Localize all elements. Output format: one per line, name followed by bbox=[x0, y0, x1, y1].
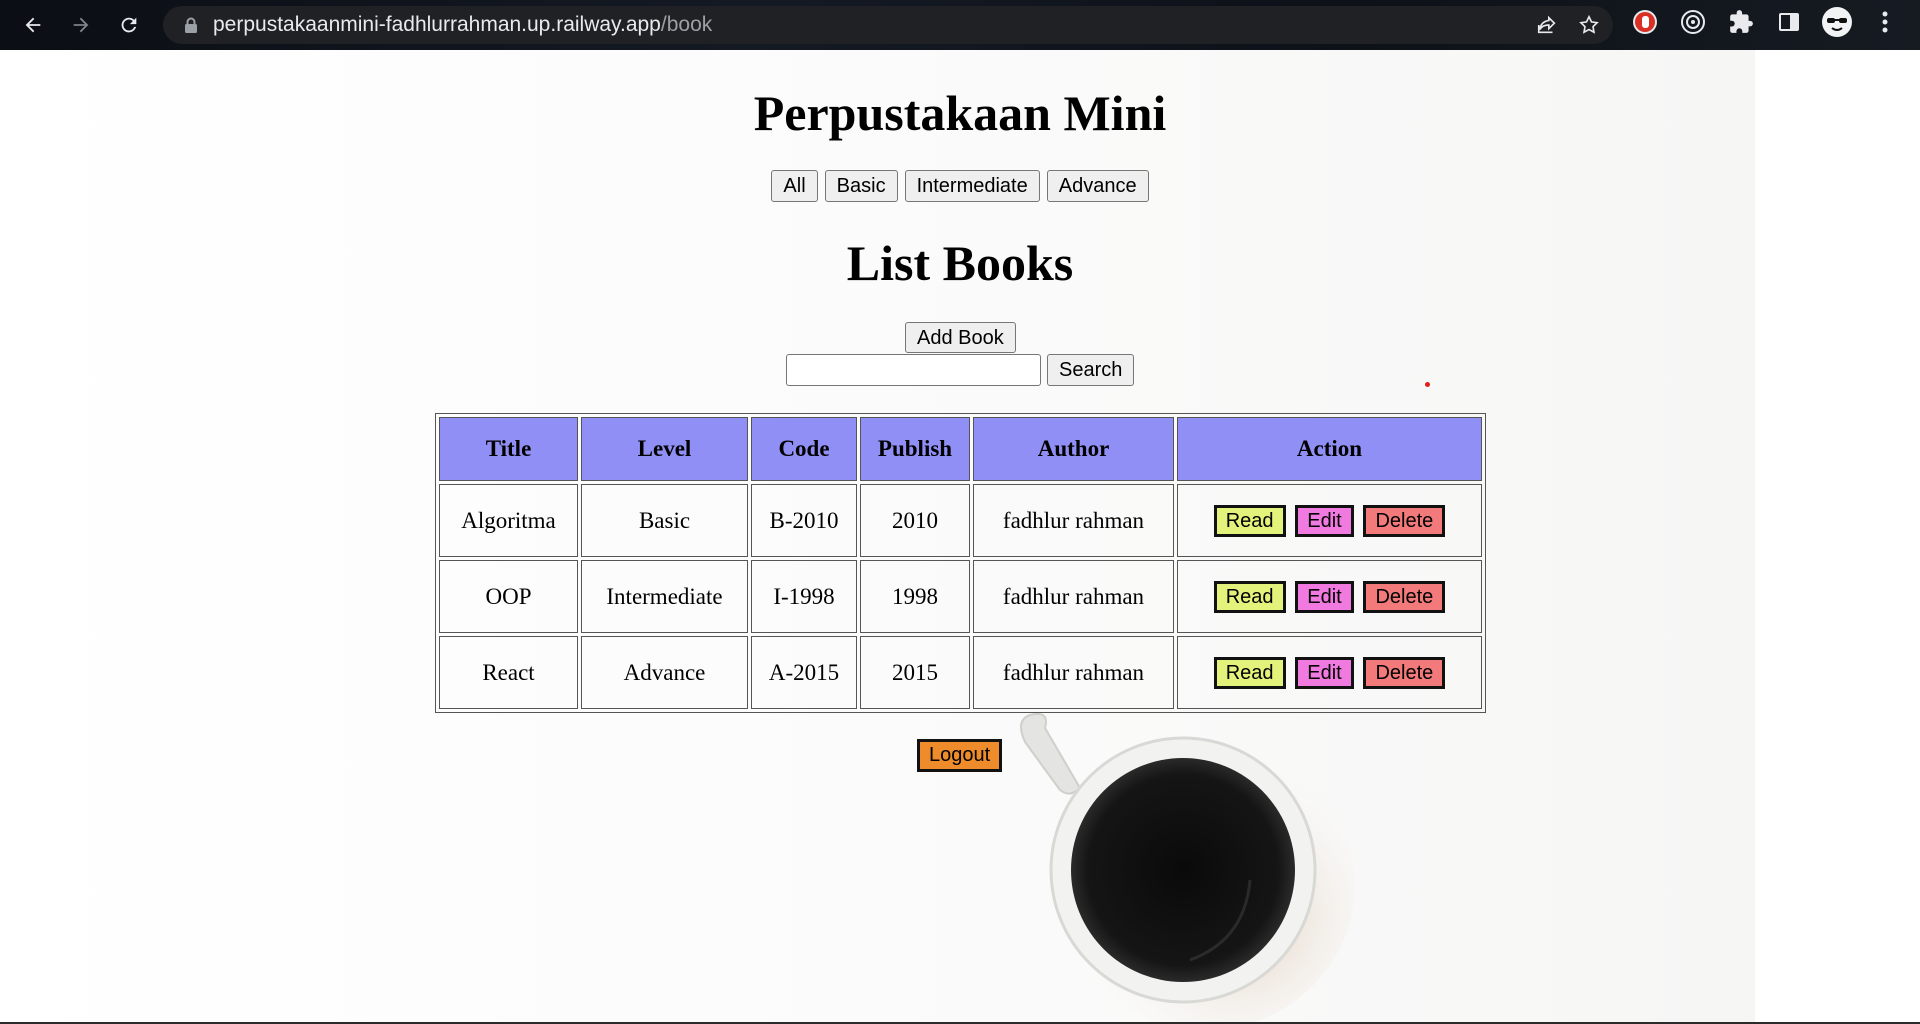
header-level: Level bbox=[581, 417, 748, 481]
cell-publish: 2010 bbox=[860, 484, 970, 557]
more-menu-icon[interactable] bbox=[1868, 5, 1902, 39]
cell-actions: Read Edit Delete bbox=[1177, 636, 1482, 709]
cell-title: OOP bbox=[439, 560, 578, 633]
site-title: Perpustakaan Mini bbox=[753, 85, 1167, 141]
page-content: Perpustakaan Mini All Basic Intermediate… bbox=[0, 50, 1920, 1024]
add-book-button[interactable]: Add Book bbox=[905, 322, 1016, 353]
list-title: List Books bbox=[846, 235, 1074, 291]
cell-level: Basic bbox=[581, 484, 748, 557]
table-row: Algoritma Basic B-2010 2010 fadhlur rahm… bbox=[439, 484, 1482, 557]
cell-level: Advance bbox=[581, 636, 748, 709]
level-filter-bar: All Basic Intermediate Advance bbox=[0, 170, 1920, 202]
search-input[interactable] bbox=[786, 354, 1041, 386]
star-icon[interactable] bbox=[1575, 11, 1603, 39]
delete-button[interactable]: Delete bbox=[1363, 656, 1446, 689]
header-author: Author bbox=[973, 417, 1174, 481]
adblock-icon[interactable] bbox=[1628, 5, 1662, 39]
url-host: perpustakaanmini-fadhlurrahman.up.railwa… bbox=[213, 13, 661, 36]
table-row: OOP Intermediate I-1998 1998 fadhlur rah… bbox=[439, 560, 1482, 633]
cell-code: B-2010 bbox=[751, 484, 857, 557]
read-button[interactable]: Read bbox=[1213, 580, 1286, 613]
cell-publish: 1998 bbox=[860, 560, 970, 633]
share-icon[interactable] bbox=[1533, 11, 1561, 39]
table-header-row: Title Level Code Publish Author Action bbox=[439, 417, 1482, 481]
puzzle-extensions-icon[interactable] bbox=[1724, 5, 1758, 39]
edit-button[interactable]: Edit bbox=[1295, 656, 1354, 689]
cell-author: fadhlur rahman bbox=[973, 560, 1174, 633]
edit-button[interactable]: Edit bbox=[1295, 580, 1354, 613]
coffee-cup-image bbox=[1020, 712, 1355, 1024]
target-extension-icon[interactable] bbox=[1676, 5, 1710, 39]
header-action: Action bbox=[1177, 417, 1482, 481]
header-title: Title bbox=[439, 417, 578, 481]
side-panel-icon[interactable] bbox=[1772, 5, 1806, 39]
cell-code: A-2015 bbox=[751, 636, 857, 709]
read-button[interactable]: Read bbox=[1213, 504, 1286, 537]
books-table: Title Level Code Publish Author Action A… bbox=[435, 413, 1486, 713]
cell-level: Intermediate bbox=[581, 560, 748, 633]
reload-button[interactable] bbox=[107, 3, 151, 47]
cell-title: Algoritma bbox=[439, 484, 578, 557]
cell-title: React bbox=[439, 636, 578, 709]
forward-button[interactable] bbox=[59, 3, 103, 47]
filter-all-button[interactable]: All bbox=[771, 170, 818, 202]
cell-author: fadhlur rahman bbox=[973, 636, 1174, 709]
delete-button[interactable]: Delete bbox=[1363, 580, 1446, 613]
logout-button[interactable]: Logout bbox=[917, 739, 1003, 772]
filter-basic-button[interactable]: Basic bbox=[824, 170, 898, 202]
cursor-dot bbox=[1425, 382, 1430, 387]
edit-button[interactable]: Edit bbox=[1295, 504, 1354, 537]
cell-author: fadhlur rahman bbox=[973, 484, 1174, 557]
url-path: /book bbox=[660, 13, 713, 36]
table-row: React Advance A-2015 2015 fadhlur rahman… bbox=[439, 636, 1482, 709]
back-button[interactable] bbox=[11, 3, 55, 47]
cell-code: I-1998 bbox=[751, 560, 857, 633]
lock-icon[interactable] bbox=[177, 17, 205, 33]
profile-avatar-icon[interactable] bbox=[1820, 5, 1854, 39]
browser-toolbar: perpustakaanmini-fadhlurrahman.up.railwa… bbox=[0, 0, 1920, 50]
read-button[interactable]: Read bbox=[1213, 656, 1286, 689]
header-publish: Publish bbox=[860, 417, 970, 481]
filter-intermediate-button[interactable]: Intermediate bbox=[904, 170, 1040, 202]
search-button[interactable]: Search bbox=[1047, 354, 1135, 386]
header-code: Code bbox=[751, 417, 857, 481]
filter-advance-button[interactable]: Advance bbox=[1046, 170, 1149, 202]
reload-icon bbox=[121, 17, 137, 33]
cell-actions: Read Edit Delete bbox=[1177, 484, 1482, 557]
forward-arrow-icon bbox=[73, 17, 89, 33]
address-bar[interactable]: perpustakaanmini-fadhlurrahman.up.railwa… bbox=[163, 6, 1613, 44]
cell-actions: Read Edit Delete bbox=[1177, 560, 1482, 633]
delete-button[interactable]: Delete bbox=[1363, 504, 1446, 537]
back-arrow-icon bbox=[25, 17, 41, 33]
cell-publish: 2015 bbox=[860, 636, 970, 709]
